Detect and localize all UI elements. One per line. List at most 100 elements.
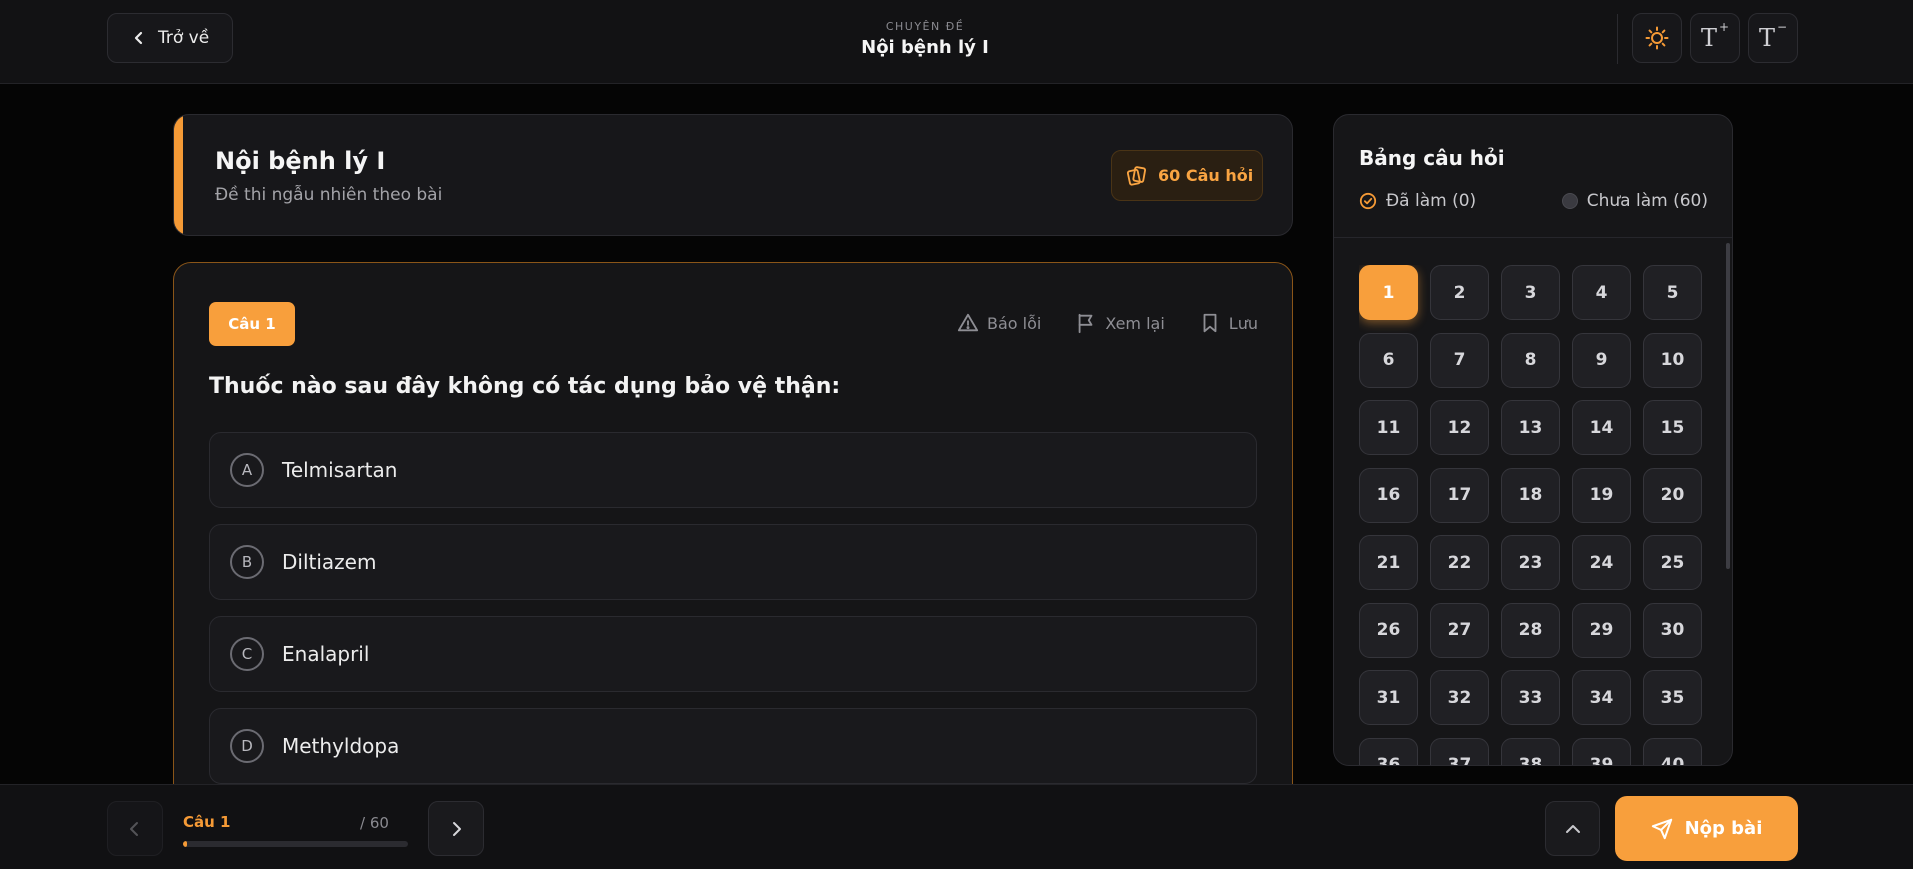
question-number-badge: Câu 1 [209,302,295,346]
question-cell-16[interactable]: 16 [1359,467,1418,523]
topic-subtitle: Đề thi ngẫu nhiên theo bài [215,185,443,205]
panel-divider [1334,237,1732,238]
progress-total: / 60 [360,814,389,832]
question-cell-10[interactable]: 10 [1643,332,1702,388]
header-title: Nội bệnh lý I [861,37,989,58]
bottom-bar: Câu 1 / 60 Nộp bài [0,784,1913,869]
option-a[interactable]: A Telmisartan [209,432,1257,508]
panel-scrollbar[interactable] [1726,243,1730,569]
submit-button[interactable]: Nộp bài [1615,796,1798,861]
question-cell-1[interactable]: 1 [1359,265,1418,320]
progress-bar-fill [183,841,187,847]
scroll-top-button[interactable] [1545,801,1600,856]
question-cell-13[interactable]: 13 [1501,400,1560,455]
question-cell-34[interactable]: 34 [1572,670,1631,725]
question-cell-22[interactable]: 22 [1430,535,1489,590]
send-icon [1651,818,1672,839]
question-panel: Bảng câu hỏi Đã làm (0) Chưa làm (60) 12… [1333,114,1733,766]
question-cell-4[interactable]: 4 [1572,265,1631,320]
question-cell-25[interactable]: 25 [1643,535,1702,590]
option-text: Methyldopa [282,734,400,758]
option-b[interactable]: B Diltiazem [209,524,1257,600]
bookmark-icon [1203,313,1217,333]
question-cell-15[interactable]: 15 [1643,400,1702,455]
circle-icon [1561,193,1578,209]
question-cell-9[interactable]: 9 [1572,332,1631,388]
question-cell-6[interactable]: 6 [1359,332,1418,388]
legend-done: Đã làm (0) [1359,191,1476,211]
question-cell-17[interactable]: 17 [1430,467,1489,523]
report-error-label: Báo lỗi [987,313,1042,333]
progress-current: Câu 1 [183,813,231,831]
question-cell-23[interactable]: 23 [1501,535,1560,590]
question-cell-14[interactable]: 14 [1572,400,1631,455]
question-cell-5[interactable]: 5 [1643,265,1702,320]
option-letter: C [230,637,264,671]
question-cell-12[interactable]: 12 [1430,400,1489,455]
question-cell-27[interactable]: 27 [1430,602,1489,658]
option-letter: A [230,453,264,487]
panel-title: Bảng câu hỏi [1359,146,1505,170]
question-card: Câu 1 Báo lỗi Xem lại Lưu Thuốc nào sau … [173,262,1293,869]
question-cell-24[interactable]: 24 [1572,535,1631,590]
warning-icon [957,313,979,332]
legend-done-label: Đã làm (0) [1386,191,1477,211]
report-error-button[interactable]: Báo lỗi [957,312,1041,334]
question-cell-7[interactable]: 7 [1430,332,1489,388]
option-letter: D [230,729,264,763]
question-cell-30[interactable]: 30 [1643,602,1702,658]
flag-icon [1079,313,1093,334]
option-c[interactable]: C Enalapril [209,616,1257,692]
question-cell-26[interactable]: 26 [1359,602,1418,658]
chevron-up-icon [1565,824,1580,833]
font-increase-button[interactable]: T + [1690,13,1740,63]
progress-bar [183,841,408,847]
question-cell-2[interactable]: 2 [1430,265,1489,320]
question-cell-3[interactable]: 3 [1501,265,1560,320]
question-cell-31[interactable]: 31 [1359,670,1418,725]
header-kicker: CHUYÊN ĐỀ [885,20,965,33]
review-flag-button[interactable]: Xem lại [1075,312,1165,334]
option-text: Enalapril [282,642,370,666]
question-cell-18[interactable]: 18 [1501,467,1560,523]
question-cell-38[interactable]: 38 [1501,737,1560,765]
review-label: Xem lại [1105,313,1165,333]
option-text: Telmisartan [282,458,398,482]
save-label: Lưu [1228,313,1258,333]
top-header: Trở về CHUYÊN ĐỀ Nội bệnh lý I T + T − [0,0,1913,84]
font-increase-icon: T + [1700,20,1730,52]
option-d[interactable]: D Methyldopa [209,708,1257,784]
question-cell-40[interactable]: 40 [1643,737,1702,765]
font-decrease-button[interactable]: T − [1748,13,1798,63]
font-decrease-icon: T − [1758,20,1788,52]
question-count-label: 60 Câu hỏi [1158,166,1254,185]
save-button[interactable]: Lưu [1199,312,1258,334]
question-cell-32[interactable]: 32 [1430,670,1489,725]
next-question-button[interactable] [428,801,484,856]
question-cell-29[interactable]: 29 [1572,602,1631,658]
option-text: Diltiazem [282,550,377,574]
theme-toggle-button[interactable] [1632,13,1682,63]
question-cell-21[interactable]: 21 [1359,535,1418,590]
question-text: Thuốc nào sau đây không có tác dụng bảo … [209,374,841,399]
question-cell-39[interactable]: 39 [1572,737,1631,765]
question-cell-19[interactable]: 19 [1572,467,1631,523]
chevron-left-icon [130,821,138,836]
sun-icon [1645,26,1669,50]
question-cell-20[interactable]: 20 [1643,467,1702,523]
question-cell-36[interactable]: 36 [1359,737,1418,765]
header-divider [1617,14,1618,64]
question-cell-8[interactable]: 8 [1501,332,1560,388]
cards-icon [1126,165,1147,186]
prev-question-button[interactable] [107,801,163,856]
chevron-right-icon [453,821,461,836]
header-title-block: CHUYÊN ĐỀ Nội bệnh lý I [0,20,1850,58]
legend-todo-label: Chưa làm (60) [1586,191,1708,211]
question-cell-28[interactable]: 28 [1501,602,1560,658]
question-cell-37[interactable]: 37 [1430,737,1489,765]
question-cell-33[interactable]: 33 [1501,670,1560,725]
question-cell-11[interactable]: 11 [1359,400,1418,455]
question-cell-35[interactable]: 35 [1643,670,1702,725]
question-actions: Báo lỗi Xem lại Lưu [957,312,1258,334]
option-letter: B [230,545,264,579]
